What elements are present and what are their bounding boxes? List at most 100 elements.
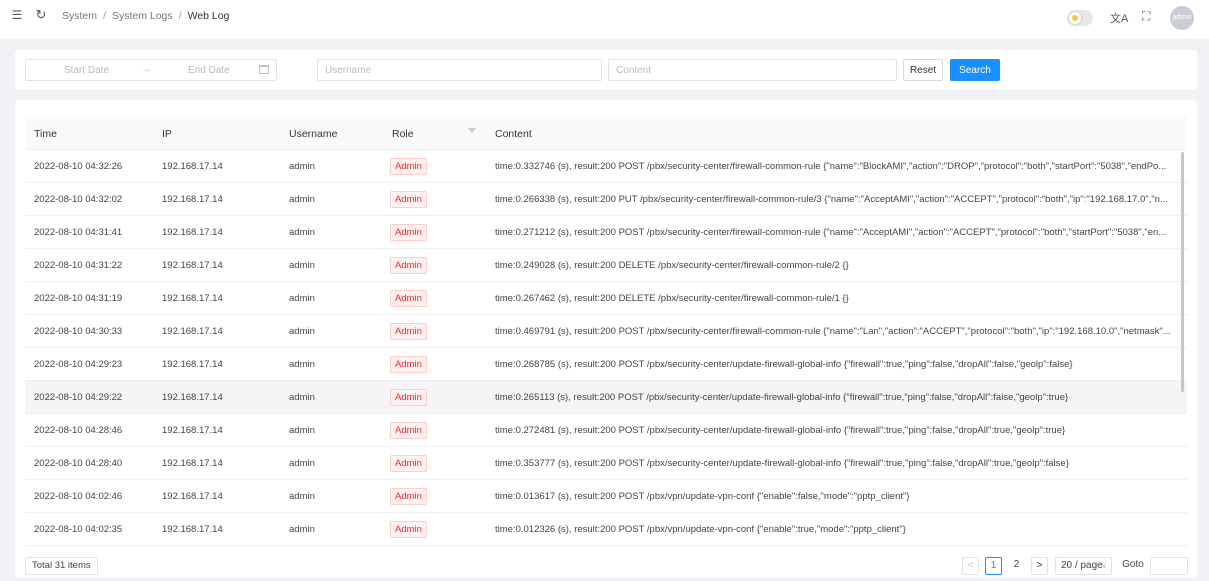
role-badge: Admin [390,389,427,406]
prev-page-button[interactable]: < [962,557,979,575]
reset-button[interactable]: Reset [903,59,943,81]
cell-username: admin [289,161,315,172]
cell-username: admin [289,227,315,238]
table-header: Time IP Username Role Content [25,116,1187,150]
cell-ip: 192.168.17.14 [162,194,223,205]
cell-content: time:0.469791 (s), result:200 POST /pbx/… [495,326,1171,337]
breadcrumb-item-system[interactable]: System [62,10,97,22]
cell-content: time:0.332746 (s), result:200 POST /pbx/… [495,161,1167,172]
cell-content: time:0.265113 (s), result:200 POST /pbx/… [495,392,1069,403]
breadcrumb-separator: / [178,10,182,22]
column-header-username: Username [289,128,338,140]
cell-ip: 192.168.17.14 [162,260,223,271]
cell-username: admin [289,392,315,403]
column-header-time: Time [34,128,57,140]
role-badge: Admin [390,488,427,505]
page-size-select[interactable]: 20 / page ∨ [1055,557,1112,575]
arrow-right-icon: → [141,64,151,75]
role-badge: Admin [390,455,427,472]
cell-content: time:0.353777 (s), result:200 POST /pbx/… [495,458,1069,469]
cell-ip: 192.168.17.14 [162,458,223,469]
cell-time: 2022-08-10 04:30:33 [34,326,123,337]
cell-ip: 192.168.17.14 [162,491,223,502]
table-row[interactable]: 2022-08-10 04:31:41 192.168.17.14 admin Adm… [25,216,1187,249]
table-row[interactable]: 2022-08-10 04:32:02 192.168.17.14 admin Adm… [25,183,1187,216]
fullscreen-icon[interactable]: ⛶ [1142,9,1150,24]
role-badge: Admin [390,323,427,340]
cell-time: 2022-08-10 04:28:46 [34,425,123,436]
search-button[interactable]: Search [950,59,1000,81]
cell-username: admin [289,293,315,304]
content-input[interactable] [608,59,897,81]
goto-page-input[interactable] [1150,557,1188,575]
refresh-icon[interactable]: ↻ [34,8,48,22]
cell-username: admin [289,326,315,337]
top-header: ☰ ↻ System / System Logs / Web Log 文A ⛶ … [0,0,1209,40]
username-input[interactable] [317,59,602,81]
cell-ip: 192.168.17.14 [162,326,223,337]
page-2-button[interactable]: 2 [1008,557,1025,575]
avatar[interactable]: admin [1170,6,1194,30]
cell-content: time:0.012326 (s), result:200 POST /pbx/… [495,524,906,535]
table-row[interactable]: 2022-08-10 04:31:19 192.168.17.14 admin Adm… [25,282,1187,315]
table-row[interactable]: 2022-08-10 04:02:35 192.168.17.14 admin Adm… [25,513,1187,546]
cell-username: admin [289,194,315,205]
column-header-role: Role [392,128,414,140]
cell-time: 2022-08-10 04:02:35 [34,524,123,535]
cell-username: admin [289,491,315,502]
calendar-icon [259,65,269,74]
cell-ip: 192.168.17.14 [162,161,223,172]
table-panel: Time IP Username Role Content 2022-08-10… [15,100,1197,578]
cell-time: 2022-08-10 04:28:40 [34,458,123,469]
page-size-value: 20 / page [1061,560,1103,571]
table-row[interactable]: 2022-08-10 04:28:40 192.168.17.14 admin Adm… [25,447,1187,480]
role-badge: Admin [390,191,427,208]
breadcrumb: System / System Logs / Web Log [62,10,229,22]
table-row[interactable]: 2022-08-10 04:29:22 192.168.17.14 admin Adm… [25,381,1187,414]
cell-time: 2022-08-10 04:31:19 [34,293,123,304]
cell-content: time:0.013617 (s), result:200 POST /pbx/… [495,491,910,502]
cell-time: 2022-08-10 04:02:46 [34,491,123,502]
chevron-down-icon: ∨ [1101,561,1107,570]
cell-username: admin [289,359,315,370]
cell-content: time:0.272481 (s), result:200 POST /pbx/… [495,425,1066,436]
table-row[interactable]: 2022-08-10 04:31:22 192.168.17.14 admin Adm… [25,249,1187,282]
vertical-scrollbar[interactable] [1181,152,1184,392]
role-badge: Admin [390,521,427,538]
cell-ip: 192.168.17.14 [162,524,223,535]
cell-content: time:0.249028 (s), result:200 DELETE /pb… [495,260,849,271]
cell-time: 2022-08-10 04:31:22 [34,260,123,271]
breadcrumb-item-system-logs[interactable]: System Logs [112,10,173,22]
next-page-button[interactable]: > [1031,557,1048,575]
table-row[interactable]: 2022-08-10 04:29:23 192.168.17.14 admin Adm… [25,348,1187,381]
start-date-placeholder[interactable]: Start Date [64,65,109,76]
filter-panel: Start Date → End Date Reset Search [15,50,1197,90]
table-row[interactable]: 2022-08-10 04:02:46 192.168.17.14 admin Adm… [25,480,1187,513]
cell-ip: 192.168.17.14 [162,293,223,304]
role-badge: Admin [390,356,427,373]
cell-content: time:0.267462 (s), result:200 DELETE /pb… [495,293,849,304]
filter-icon[interactable] [468,128,476,133]
table-row[interactable]: 2022-08-10 04:32:26 192.168.17.14 admin Adm… [25,150,1187,183]
cell-username: admin [289,524,315,535]
language-icon[interactable]: 文A [1110,10,1128,26]
sun-icon [1069,12,1081,24]
cell-time: 2022-08-10 04:29:23 [34,359,123,370]
cell-time: 2022-08-10 04:29:22 [34,392,123,403]
table-row[interactable]: 2022-08-10 04:28:46 192.168.17.14 admin Adm… [25,414,1187,447]
page-1-button[interactable]: 1 [985,557,1002,575]
cell-ip: 192.168.17.14 [162,425,223,436]
breadcrumb-item-web-log: Web Log [187,10,230,22]
total-items: Total 31 items [25,557,98,575]
role-badge: Admin [390,158,427,175]
role-badge: Admin [390,422,427,439]
menu-collapse-icon[interactable]: ☰ [10,8,24,22]
role-badge: Admin [390,290,427,307]
end-date-placeholder[interactable]: End Date [188,65,230,76]
cell-content: time:0.266338 (s), result:200 PUT /pbx/s… [495,194,1168,205]
table-body: 2022-08-10 04:32:26 192.168.17.14 admin Adm… [25,150,1187,550]
date-range-picker[interactable]: Start Date → End Date [25,59,277,81]
theme-toggle[interactable] [1067,10,1093,26]
role-badge: Admin [390,257,427,274]
table-row[interactable]: 2022-08-10 04:30:33 192.168.17.14 admin Adm… [25,315,1187,348]
